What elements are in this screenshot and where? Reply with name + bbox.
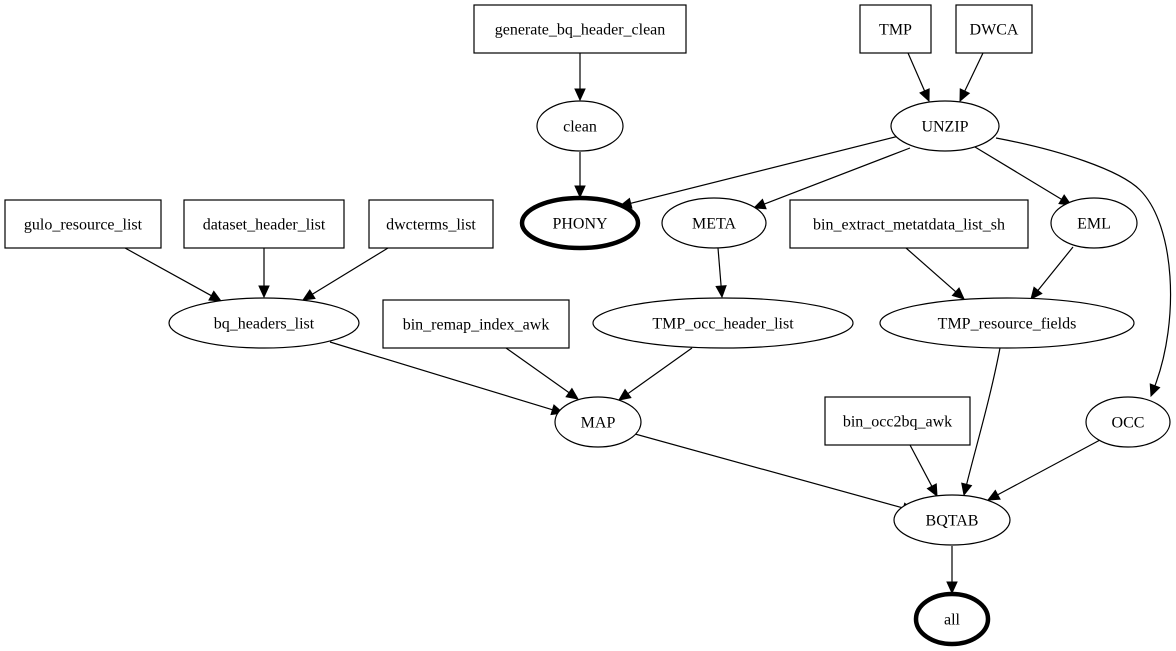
edge-line xyxy=(963,52,984,93)
edge-line xyxy=(965,347,1001,486)
edge-line xyxy=(763,147,911,205)
node-map: MAP xyxy=(554,396,642,448)
edge-bin_extract_metatdata_list_sh-to-TMP_resource_fields xyxy=(905,247,965,300)
arrowhead-icon xyxy=(919,88,930,103)
node-tmp-occ-header-list: TMP_occ_header_list xyxy=(592,297,854,349)
dependency-graph: generate_bq_header_clean TMP DWCA clean UNZI… xyxy=(4,4,1172,647)
edge-line xyxy=(1036,246,1074,292)
edge-TMP_occ_header_list-to-MAP xyxy=(618,347,693,401)
node-label: bq_headers_list xyxy=(214,316,315,333)
node-all: all xyxy=(913,591,991,647)
node-bqtab: BQTAB xyxy=(893,494,1011,546)
node-label: META xyxy=(692,216,736,233)
node-label: MAP xyxy=(581,415,616,432)
node-label: dwcterms_list xyxy=(386,217,476,234)
edge-line xyxy=(124,247,213,297)
node-label: TMP_resource_fields xyxy=(938,316,1077,333)
node-meta: META xyxy=(661,197,767,249)
arrowhead-icon xyxy=(574,185,586,199)
node-bin-remap-index-awk: bin_remap_index_awk xyxy=(382,299,570,349)
node-clean: clean xyxy=(536,100,624,152)
arrowhead-icon xyxy=(926,483,938,498)
edge-line xyxy=(905,247,957,293)
edge-generate_bq_header_clean-to-clean xyxy=(574,53,586,102)
node-label: dataset_header_list xyxy=(203,217,326,234)
edge-line xyxy=(626,347,693,395)
edge-OCC-to-BQTAB xyxy=(986,439,1101,501)
node-label: UNZIP xyxy=(921,119,968,136)
arrowhead-icon xyxy=(1149,383,1161,398)
edge-dwcterms_list-to-bq_headers_list xyxy=(301,247,389,301)
node-label: TMP_occ_header_list xyxy=(652,316,794,333)
node-dwca: DWCA xyxy=(955,4,1033,54)
nodes-layer: generate_bq_header_clean TMP DWCA clean UNZI… xyxy=(4,4,1171,647)
edge-line xyxy=(974,146,1063,201)
node-eml: EML xyxy=(1050,197,1138,249)
edge-line xyxy=(629,135,900,205)
arrowhead-icon xyxy=(258,285,270,299)
edge-TMP-to-UNZIP xyxy=(907,52,930,103)
node-label: all xyxy=(944,612,961,629)
node-tmp-resource-fields: TMP_resource_fields xyxy=(879,297,1135,349)
node-label: gulo_resource_list xyxy=(24,217,143,234)
arrowhead-icon xyxy=(565,387,579,400)
edge-bin_remap_index_awk-to-MAP xyxy=(505,347,579,400)
arrowhead-icon xyxy=(301,289,316,301)
edge-UNZIP-to-EML xyxy=(974,146,1073,206)
arrowhead-icon xyxy=(1030,286,1043,300)
node-label: clean xyxy=(563,119,597,136)
node-label: EML xyxy=(1077,216,1111,233)
node-label: DWCA xyxy=(970,22,1019,39)
edge-line xyxy=(329,341,554,411)
node-dataset-header-list: dataset_header_list xyxy=(183,199,345,249)
edge-BQTAB-to-all xyxy=(946,546,958,595)
edge-gulo_resource_list-to-bq_headers_list xyxy=(124,247,223,302)
edge-dataset_header_list-to-bq_headers_list xyxy=(258,248,270,299)
edge-EML-to-TMP_resource_fields xyxy=(1030,246,1074,300)
node-generate-bq-header-clean: generate_bq_header_clean xyxy=(473,4,687,54)
node-bin-occ2bq-awk: bin_occ2bq_awk xyxy=(824,396,971,446)
edge-clean-to-PHONY xyxy=(574,152,586,199)
edge-line xyxy=(717,247,722,288)
arrowhead-icon xyxy=(946,581,958,595)
node-label: bin_extract_metatdata_list_sh xyxy=(813,217,1005,234)
edge-UNZIP-to-OCC xyxy=(995,137,1172,398)
node-gulo-resource-list: gulo_resource_list xyxy=(4,199,162,249)
node-bin-extract-metatdata-list-sh: bin_extract_metatdata_list_sh xyxy=(789,199,1029,249)
node-phony: PHONY xyxy=(519,195,641,251)
arrowhead-icon xyxy=(961,482,973,497)
node-label: BQTAB xyxy=(926,513,979,530)
arrowhead-icon xyxy=(752,198,767,210)
node-label: bin_occ2bq_awk xyxy=(843,414,952,431)
edge-UNZIP-to-PHONY xyxy=(618,135,900,209)
edge-line xyxy=(311,247,389,296)
edge-line xyxy=(996,439,1101,496)
edge-META-to-TMP_occ_header_list xyxy=(715,247,727,299)
node-occ: OCC xyxy=(1085,396,1171,448)
node-dwcterms-list: dwcterms_list xyxy=(368,199,494,249)
arrowhead-icon xyxy=(618,388,632,401)
edge-line xyxy=(505,347,571,394)
node-label: PHONY xyxy=(552,216,608,233)
edge-line xyxy=(909,444,933,488)
node-tmp: TMP xyxy=(859,4,932,54)
edge-line xyxy=(907,52,926,93)
arrowhead-icon xyxy=(208,290,223,302)
edge-MAP-to-BQTAB xyxy=(634,433,916,514)
node-label: OCC xyxy=(1112,415,1145,432)
edge-bin_occ2bq_awk-to-BQTAB xyxy=(909,444,938,498)
edge-bq_headers_list-to-MAP xyxy=(329,341,565,416)
arrowhead-icon xyxy=(574,88,586,102)
node-bq-headers-list: bq_headers_list xyxy=(168,297,360,349)
node-label: bin_remap_index_awk xyxy=(403,317,550,334)
node-label: generate_bq_header_clean xyxy=(495,22,666,39)
arrowhead-icon xyxy=(959,88,971,103)
edge-DWCA-to-UNZIP xyxy=(959,52,984,103)
node-label: TMP xyxy=(879,22,912,39)
arrowhead-icon xyxy=(986,489,1001,501)
node-unzip: UNZIP xyxy=(890,100,1000,152)
arrowhead-icon xyxy=(715,285,727,299)
